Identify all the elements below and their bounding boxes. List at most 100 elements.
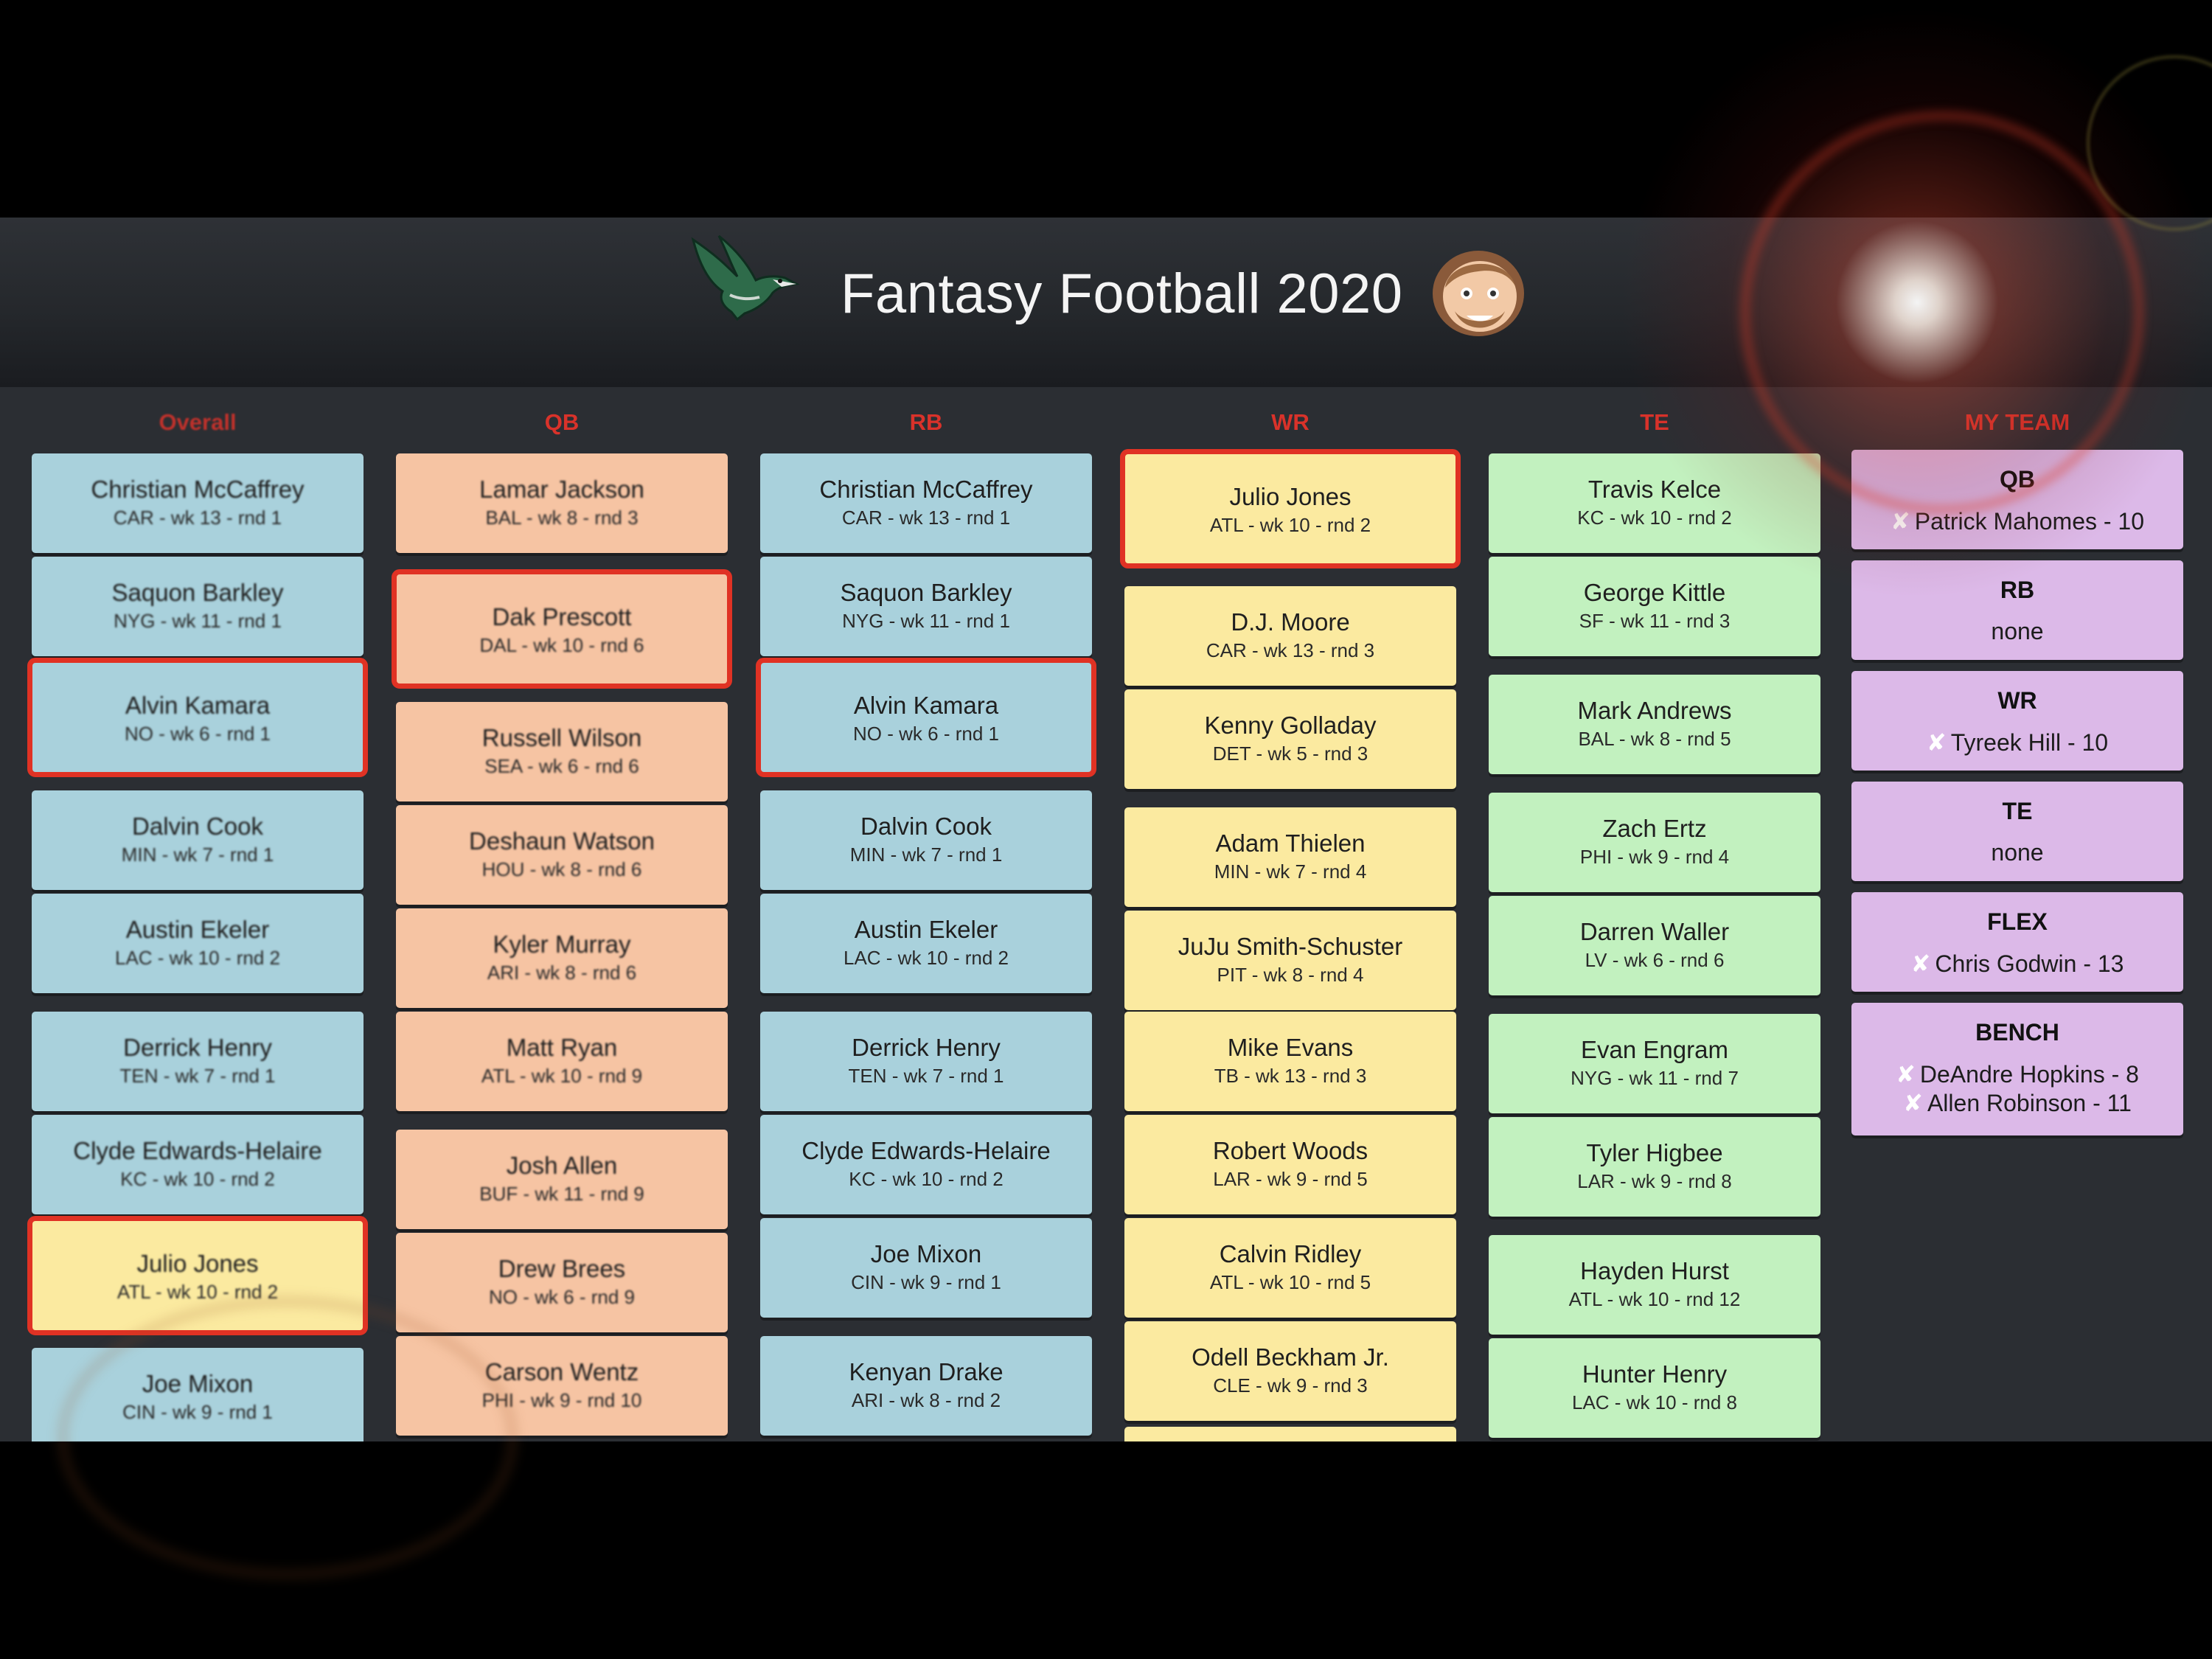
player-card[interactable]: Drew Brees NO - wk 6 - rnd 9 — [396, 1233, 728, 1332]
app-title: Fantasy Football 2020 — [841, 262, 1403, 325]
x-remove-icon[interactable]: ✘ — [1903, 1090, 1923, 1116]
player-details: ARI - wk 8 - rnd 6 — [487, 961, 637, 984]
player-details: ATL - wk 10 - rnd 2 — [116, 1281, 279, 1303]
column-header-qb: QB — [544, 409, 580, 435]
player-card[interactable]: Clyde Edwards-Helaire KC - wk 10 - rnd 2 — [32, 1115, 364, 1214]
player-name: Deshaun Watson — [469, 827, 655, 855]
column-header-my-team: MY TEAM — [1964, 409, 2070, 435]
team-slot-flex[interactable]: FLEX ✘ Chris Godwin - 13 — [1851, 892, 2183, 992]
team-slot-rb[interactable]: RB none — [1851, 560, 2183, 660]
player-details: TEN - wk 7 - rnd 1 — [119, 1065, 276, 1087]
player-name: Julio Jones — [136, 1250, 259, 1277]
player-card[interactable]: Carson Wentz PHI - wk 9 - rnd 10 — [396, 1336, 728, 1436]
player-card[interactable]: Joe Mixon CIN - wk 9 - rnd 1 — [760, 1218, 1092, 1318]
player-card[interactable]: Christian McCaffrey CAR - wk 13 - rnd 1 — [760, 453, 1092, 553]
player-name: Kyler Murray — [493, 931, 631, 958]
player-name: Russell Wilson — [481, 724, 642, 751]
player-card[interactable]: Matt Ryan ATL - wk 10 - rnd 9 — [396, 1012, 728, 1111]
player-details: CAR - wk 13 - rnd 1 — [841, 507, 1011, 529]
player-card[interactable]: Austin Ekeler LAC - wk 10 - rnd 2 — [32, 894, 364, 993]
player-card[interactable]: Robert Woods LAR - wk 9 - rnd 5 — [1124, 1115, 1456, 1214]
player-card[interactable]: Hunter Henry LAC - wk 10 - rnd 8 — [1489, 1338, 1820, 1438]
player-card[interactable]: Odell Beckham Jr. CLE - wk 9 - rnd 3 — [1124, 1321, 1456, 1421]
column-header-wr: WR — [1271, 409, 1310, 435]
player-name: Alvin Kamara — [125, 692, 271, 719]
x-remove-icon[interactable]: ✘ — [1896, 1061, 1916, 1088]
player-name: Evan Engram — [1581, 1036, 1728, 1063]
player-details: ATL - wk 10 - rnd 12 — [1568, 1288, 1741, 1310]
player-details: BUF - wk 11 - rnd 9 — [479, 1183, 644, 1205]
player-card[interactable]: Deshaun Watson HOU - wk 8 - rnd 6 — [396, 805, 728, 905]
player-card[interactable]: Mark Andrews BAL - wk 8 - rnd 5 — [1489, 675, 1820, 774]
player-card-selected[interactable]: Alvin Kamara NO - wk 6 - rnd 1 — [756, 658, 1096, 777]
slot-position: FLEX — [1987, 908, 2048, 935]
player-card-selected[interactable]: Dak Prescott DAL - wk 10 - rnd 6 — [392, 569, 732, 689]
player-card[interactable]: Dalvin Cook MIN - wk 7 - rnd 1 — [760, 790, 1092, 890]
team-slot-bench[interactable]: BENCH ✘ DeAndre Hopkins - 8 ✘ Allen Robins… — [1851, 1003, 2183, 1135]
player-card[interactable]: Christian McCaffrey CAR - wk 13 - rnd 1 — [32, 453, 364, 553]
player-name: Robert Woods — [1212, 1137, 1368, 1164]
player-name: JuJu Smith-Schuster — [1178, 933, 1403, 960]
team-slot-wr[interactable]: WR ✘ Tyreek Hill - 10 — [1851, 671, 2183, 771]
player-details: ARI - wk 8 - rnd 2 — [851, 1389, 1001, 1411]
player-card-selected[interactable]: Julio Jones ATL - wk 10 - rnd 2 — [1120, 449, 1461, 568]
x-remove-icon[interactable]: ✘ — [1911, 950, 1931, 977]
player-card[interactable]: Austin Ekeler LAC - wk 10 - rnd 2 — [760, 894, 1092, 993]
player-name: Austin Ekeler — [125, 916, 270, 943]
team-slot-qb[interactable]: QB ✘ Patrick Mahomes - 10 — [1851, 450, 2183, 549]
player-details: LAC - wk 10 - rnd 2 — [844, 947, 1009, 969]
x-remove-icon[interactable]: ✘ — [1927, 729, 1947, 756]
player-card[interactable]: Derrick Henry TEN - wk 7 - rnd 1 — [760, 1012, 1092, 1111]
player-card[interactable]: Derrick Henry TEN - wk 7 - rnd 1 — [32, 1012, 364, 1111]
slot-empty-text: none — [1991, 618, 2044, 644]
player-card[interactable]: Saquon Barkley NYG - wk 11 - rnd 1 — [32, 557, 364, 656]
player-name: Matt Ryan — [506, 1034, 618, 1061]
player-card[interactable]: Zach Ertz PHI - wk 9 - rnd 4 — [1489, 793, 1820, 892]
player-name: Joe Mixon — [142, 1370, 254, 1397]
player-name: Tyler Higbee — [1586, 1139, 1723, 1166]
player-card[interactable]: Adam Thielen MIN - wk 7 - rnd 4 — [1124, 807, 1456, 907]
player-details: KC - wk 10 - rnd 2 — [1577, 507, 1732, 529]
player-card[interactable]: Saquon Barkley NYG - wk 11 - rnd 1 — [760, 557, 1092, 656]
player-details: KC - wk 10 - rnd 2 — [849, 1168, 1004, 1190]
player-card[interactable]: Evan Engram NYG - wk 11 - rnd 7 — [1489, 1014, 1820, 1113]
player-card[interactable]: Darren Waller LV - wk 6 - rnd 6 — [1489, 896, 1820, 995]
player-card[interactable]: Josh Allen BUF - wk 11 - rnd 9 — [396, 1130, 728, 1229]
player-card-selected[interactable]: Alvin Kamara NO - wk 6 - rnd 1 — [27, 658, 368, 777]
x-remove-icon[interactable]: ✘ — [1891, 508, 1910, 535]
player-card[interactable]: Tyler Higbee LAR - wk 9 - rnd 8 — [1489, 1117, 1820, 1217]
player-card[interactable]: Dalvin Cook MIN - wk 7 - rnd 1 — [32, 790, 364, 890]
slot-player: ✘ Tyreek Hill - 10 — [1926, 729, 2109, 756]
player-details: PIT - wk 8 - rnd 4 — [1217, 964, 1364, 986]
player-card[interactable]: Kyler Murray ARI - wk 8 - rnd 6 — [396, 908, 728, 1008]
player-card[interactable]: Mike Evans TB - wk 13 - rnd 3 — [1124, 1012, 1456, 1111]
player-card[interactable]: Hayden Hurst ATL - wk 10 - rnd 12 — [1489, 1235, 1820, 1335]
slot-empty-text: none — [1991, 839, 2044, 866]
slot-position: BENCH — [1975, 1019, 2059, 1046]
player-card[interactable]: Kenyan Drake ARI - wk 8 - rnd 2 — [760, 1336, 1092, 1436]
player-name: George Kittle — [1583, 579, 1726, 606]
player-card[interactable]: Travis Kelce KC - wk 10 - rnd 2 — [1489, 453, 1820, 553]
team-slot-te[interactable]: TE none — [1851, 782, 2183, 881]
player-card-selected[interactable]: Julio Jones ATL - wk 10 - rnd 2 — [27, 1216, 368, 1335]
player-card[interactable]: Calvin Ridley ATL - wk 10 - rnd 5 — [1124, 1218, 1456, 1318]
player-name: Josh Allen — [506, 1152, 618, 1179]
player-name: Calvin Ridley — [1219, 1240, 1362, 1267]
player-details: LAC - wk 10 - rnd 8 — [1572, 1391, 1737, 1413]
player-card[interactable]: Russell Wilson SEA - wk 6 - rnd 6 — [396, 702, 728, 801]
player-details: LAR - wk 9 - rnd 8 — [1577, 1170, 1732, 1192]
player-details: NYG - wk 11 - rnd 7 — [1571, 1067, 1739, 1089]
player-card[interactable]: George Kittle SF - wk 11 - rnd 3 — [1489, 557, 1820, 656]
player-card-partial[interactable] — [1124, 1427, 1456, 1441]
player-card[interactable]: Joe Mixon CIN - wk 9 - rnd 1 — [32, 1348, 364, 1441]
player-name: Zach Ertz — [1602, 815, 1707, 842]
player-card[interactable]: Lamar Jackson BAL - wk 8 - rnd 3 — [396, 453, 728, 553]
slot-position: RB — [2000, 577, 2035, 603]
player-card[interactable]: Clyde Edwards-Helaire KC - wk 10 - rnd 2 — [760, 1115, 1092, 1214]
player-card[interactable]: D.J. Moore CAR - wk 13 - rnd 3 — [1124, 586, 1456, 686]
player-name: D.J. Moore — [1231, 608, 1350, 636]
player-details: NYG - wk 11 - rnd 1 — [842, 610, 1010, 632]
player-name: Mike Evans — [1227, 1034, 1354, 1061]
player-card[interactable]: Kenny Golladay DET - wk 5 - rnd 3 — [1124, 689, 1456, 789]
player-card[interactable]: JuJu Smith-Schuster PIT - wk 8 - rnd 4 — [1124, 911, 1456, 1010]
